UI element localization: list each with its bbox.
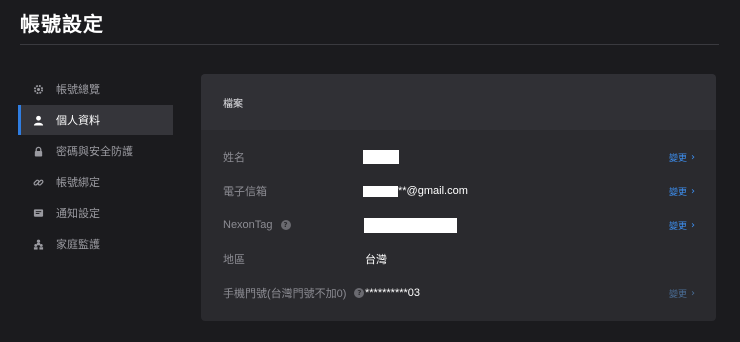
change-label: 變更 [669,186,688,197]
nexontag-label-text: NexonTag [223,219,273,231]
change-email-link[interactable]: 變更 › [669,185,695,198]
name-label: 姓名 [223,152,245,164]
phone-label-text: 手機門號(台灣門號不加0) [223,288,347,300]
sidebar-item-label: 家庭監護 [56,239,100,251]
person-icon [32,114,44,126]
region-value: 台灣 [365,254,387,266]
change-nexontag-link[interactable]: 變更 › [669,219,695,232]
nexontag-value [364,217,457,233]
chevron-right-icon: › [691,185,696,197]
message-icon [32,207,44,219]
row-name: 姓名 變更 › [201,147,716,167]
family-icon [32,238,44,250]
change-label: 變更 [669,288,688,299]
gear-icon [32,83,44,95]
row-email: 電子信箱 **@gmail.com 變更 › [201,181,716,201]
change-name-link[interactable]: 變更 › [669,151,695,164]
chevron-right-icon: › [691,219,696,231]
chevron-right-icon: › [691,151,696,163]
sidebar-item-profile[interactable]: 個人資料 [18,105,173,135]
panel-header: 檔案 [201,74,716,130]
sidebar-item-label: 帳號綁定 [56,177,100,189]
help-icon[interactable]: ? [280,220,291,230]
nexontag-label: NexonTag ? [223,219,291,231]
row-nexontag: NexonTag ? 變更 › [201,215,716,235]
region-label: 地區 [223,254,245,266]
redacted-block [364,217,457,233]
profile-panel: 檔案 姓名 變更 › 電子信箱 **@gmail.com 變更 › NexonTag… [201,74,716,321]
change-label: 變更 [669,152,688,163]
email-label: 電子信箱 [223,186,267,198]
help-icon[interactable]: ? [354,288,365,298]
sidebar-item-notifications[interactable]: 通知設定 [18,198,173,228]
sidebar-item-password-security[interactable]: 密碼與安全防護 [18,136,173,166]
row-region: 地區 台灣 [201,249,716,269]
redacted-block [363,185,398,197]
sidebar-item-label: 個人資料 [56,115,100,127]
phone-value: **********03 [365,287,421,299]
name-value [363,150,399,164]
row-phone: 手機門號(台灣門號不加0) ? **********03 變更 › [201,283,716,303]
phone-label: 手機門號(台灣門號不加0) ? [223,285,365,301]
sidebar-item-account-linking[interactable]: 帳號綁定 [18,167,173,197]
sidebar: 帳號總覽 個人資料 密碼與安全防護 帳號綁定 通知設定 家庭監護 [18,74,173,260]
sidebar-item-label: 通知設定 [56,208,100,220]
chevron-right-icon: › [691,287,696,299]
sidebar-item-label: 密碼與安全防護 [56,146,133,158]
sidebar-item-family-guard[interactable]: 家庭監護 [18,229,173,259]
sidebar-item-account-overview[interactable]: 帳號總覽 [18,74,173,104]
change-label: 變更 [669,220,688,231]
change-phone-link[interactable]: 變更 › [669,287,695,300]
sidebar-item-label: 帳號總覽 [56,84,100,96]
link-icon [32,176,44,188]
redacted-block [363,150,399,164]
lock-icon [32,145,44,157]
email-value: **@gmail.com [363,185,468,197]
title-divider [20,44,719,45]
page-title: 帳號設定 [20,14,104,36]
email-text: **@gmail.com [398,185,468,197]
